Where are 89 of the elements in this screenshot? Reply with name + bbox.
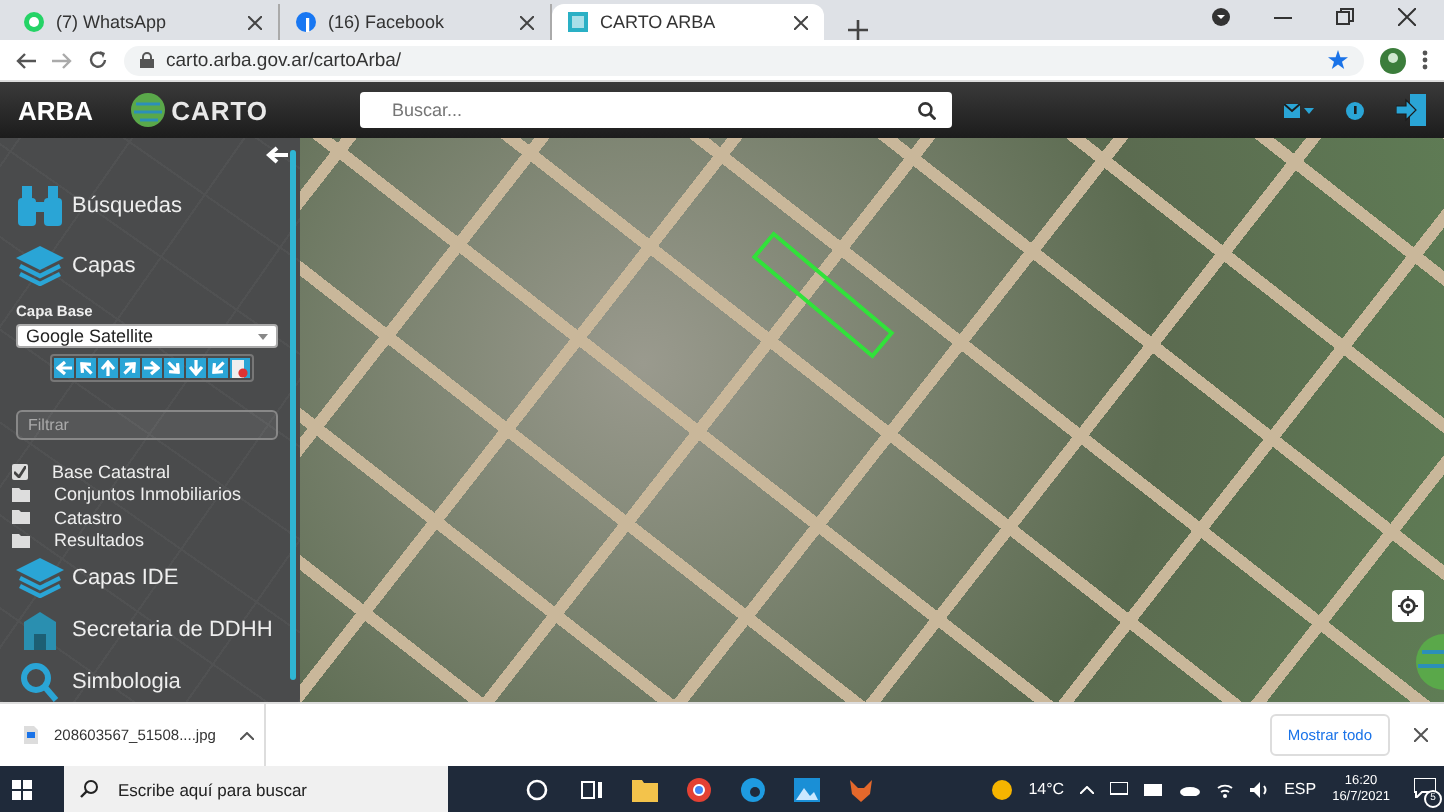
pan-button[interactable]	[76, 358, 96, 378]
pan-button[interactable]	[164, 358, 184, 378]
facebook-icon	[296, 12, 316, 32]
mail-menu-icon[interactable]	[1284, 103, 1314, 117]
search-icon[interactable]	[918, 101, 937, 119]
globe-logo-icon	[1416, 634, 1444, 690]
taskbar-search-field[interactable]: Escribe aquí para buscar	[114, 777, 422, 801]
filter-box[interactable]: Filtrar	[16, 410, 278, 440]
sidebar-section[interactable]: Búsquedas	[16, 176, 280, 236]
reload-icon[interactable]	[88, 50, 108, 70]
photos-icon[interactable]	[794, 777, 820, 801]
search-bar[interactable]: Buscar...	[360, 92, 953, 128]
sidebar-section[interactable]: Capas IDE	[16, 552, 280, 604]
address-bar[interactable]: carto.arba.gov.ar/cartoArba/	[124, 45, 1364, 75]
sidebar-section[interactable]: Secretaria de DDHH	[16, 604, 280, 656]
monitor-icon[interactable]	[1110, 781, 1129, 797]
checkbox[interactable]	[12, 463, 28, 480]
temperature[interactable]: 14°C	[1028, 780, 1065, 798]
arba-logo: ARBA	[18, 95, 94, 125]
more-menu-icon[interactable]	[1422, 50, 1428, 70]
restore-icon[interactable]	[1336, 7, 1354, 25]
section-label: Secretaria de DDHH	[72, 618, 273, 642]
tab-title: (7) WhatsApp	[56, 12, 167, 32]
tab-title: CARTO ARBA	[600, 12, 716, 32]
binoculars-icon	[16, 186, 64, 226]
carto-logo: CARTO	[171, 95, 269, 125]
browser-tab[interactable]: CARTO ARBA	[552, 4, 824, 40]
map-icon	[568, 12, 588, 32]
search-icon	[16, 662, 64, 702]
section-label: Capas IDE	[72, 566, 179, 590]
chat-icon	[24, 12, 44, 32]
avatar-icon[interactable]	[1380, 47, 1406, 73]
section-label: Búsquedas	[72, 194, 183, 218]
layers-icon	[16, 558, 64, 598]
speaker-icon[interactable]	[1250, 781, 1269, 797]
folder-icon[interactable]	[632, 777, 658, 801]
pan-button[interactable]	[120, 358, 140, 378]
pan-button[interactable]	[208, 358, 228, 378]
clear-button[interactable]	[230, 358, 250, 378]
battery-icon[interactable]	[1144, 783, 1165, 795]
layer-label[interactable]: Catastro	[54, 507, 123, 528]
wifi-icon[interactable]	[1216, 781, 1235, 797]
sun-icon	[992, 779, 1013, 799]
close-icon[interactable]	[520, 15, 534, 29]
sidebar-section[interactable]: Capas	[16, 236, 280, 296]
language-indicator[interactable]: ESP	[1284, 780, 1317, 798]
circle-icon[interactable]	[524, 777, 550, 801]
file-icon	[24, 726, 38, 744]
base-layer-dropdown[interactable]: Google Satellite	[16, 324, 278, 348]
back-arrow-icon[interactable]	[16, 51, 36, 69]
tab-title: (16) Facebook	[328, 12, 445, 32]
chevron-up-icon[interactable]	[239, 731, 254, 739]
close-icon[interactable]	[1398, 7, 1416, 25]
pan-button[interactable]	[142, 358, 162, 378]
start-icon[interactable]	[12, 779, 32, 799]
scrollbar[interactable]	[290, 150, 296, 680]
fox-icon[interactable]	[848, 777, 874, 801]
layer-label[interactable]: Conjuntos Inmobiliarios	[54, 484, 242, 505]
arrow-icon	[266, 146, 288, 164]
caret-icon	[258, 333, 268, 339]
logout-icon[interactable]	[1396, 94, 1426, 126]
section-label: Simbologia	[72, 670, 181, 694]
filter-field[interactable]: Filtrar	[24, 414, 270, 436]
locate-button[interactable]	[1392, 590, 1424, 622]
pan-button[interactable]	[98, 358, 118, 378]
layer-label[interactable]: Base Catastral	[52, 461, 171, 482]
close-icon[interactable]	[794, 15, 808, 29]
pan-button[interactable]	[54, 358, 74, 378]
crosshair-icon	[1398, 596, 1418, 616]
globe-logo-icon	[129, 92, 166, 128]
star-icon[interactable]	[1328, 50, 1348, 70]
pan-button[interactable]	[186, 358, 206, 378]
layer-label[interactable]: Resultados	[54, 530, 145, 551]
sidebar-section[interactable]: Simbologia	[16, 656, 280, 702]
url-text: carto.arba.gov.ar/cartoArba/	[166, 49, 402, 71]
task-view-icon[interactable]	[578, 777, 604, 801]
page-icon	[232, 359, 248, 377]
lock-icon	[140, 52, 154, 68]
layers-icon	[16, 246, 64, 286]
profile-menu-icon[interactable]	[1212, 7, 1230, 25]
close-icon[interactable]	[1414, 728, 1428, 742]
search-icon	[80, 780, 98, 798]
notification-icon[interactable]	[1414, 777, 1436, 797]
taskbar-search-bar[interactable]: Escribe aquí para buscar	[64, 766, 448, 812]
cloud-icon[interactable]	[1180, 783, 1201, 795]
help-icon[interactable]	[1346, 101, 1364, 119]
close-icon[interactable]	[248, 15, 262, 29]
browser-icon[interactable]	[686, 777, 712, 801]
section-label: Capas	[72, 254, 136, 278]
